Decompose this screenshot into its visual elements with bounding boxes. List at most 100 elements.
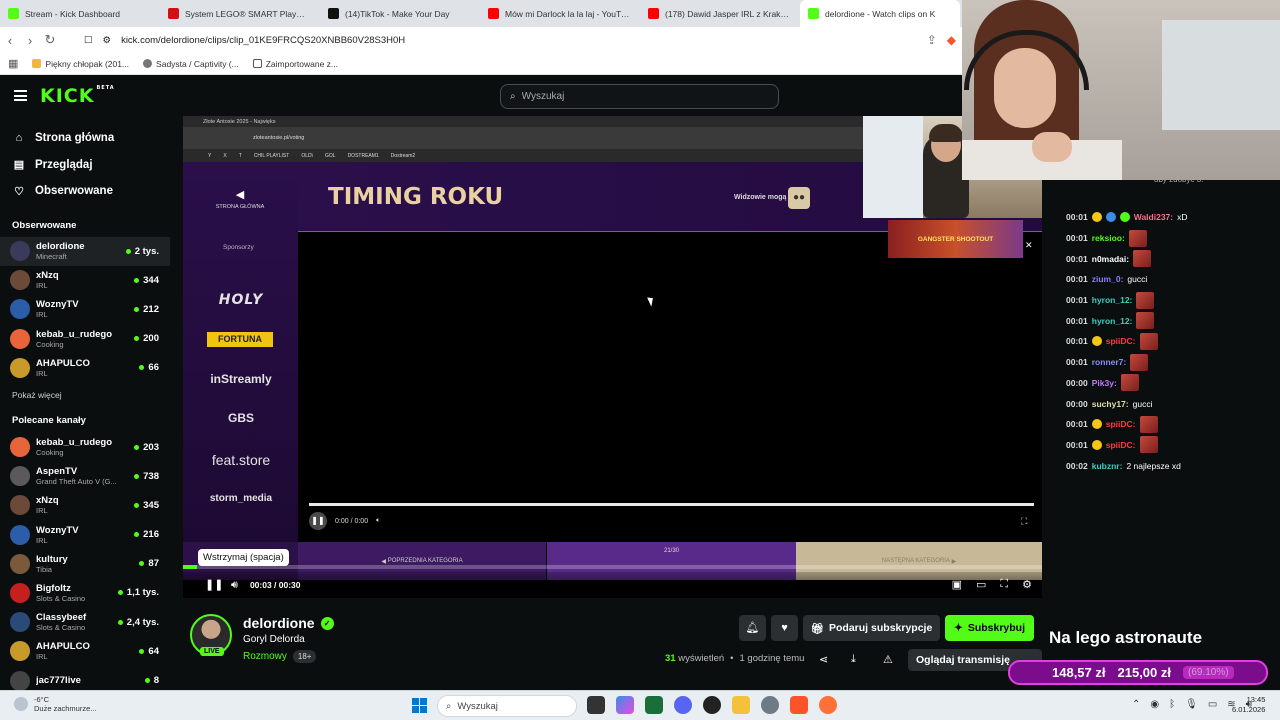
chat-username[interactable]: hyron_12: xyxy=(1092,295,1133,305)
sponsor-logo: FORTUNA xyxy=(207,332,273,347)
bookmark-label: Sadysta / Captivity (... xyxy=(156,58,239,69)
viewer-count: 2,4 tys. xyxy=(117,617,159,628)
calculator-app-icon[interactable] xyxy=(645,696,663,714)
chevron-up-icon[interactable]: ⌃ xyxy=(1132,699,1140,710)
browser-tab[interactable]: Stream - Kick Dashboard xyxy=(0,0,160,27)
file-explorer-icon[interactable] xyxy=(732,696,750,714)
browser-tab[interactable]: (14)TikTok - Make Your Day xyxy=(320,0,480,27)
chat-badge-icon xyxy=(1091,212,1102,223)
windows-start-icon[interactable] xyxy=(412,698,427,713)
brave-app-icon[interactable] xyxy=(790,696,808,714)
chat-username[interactable]: n0madai: xyxy=(1092,254,1129,264)
fullscreen-button[interactable]: ⛶ xyxy=(1000,578,1008,591)
bookmark-folder[interactable]: Zaimportowane z... xyxy=(252,59,338,69)
copilot-app-icon[interactable] xyxy=(616,696,634,714)
chat-username[interactable]: zium_0: xyxy=(1092,274,1124,284)
weather-widget[interactable]: -6°C Duże zachmurze... xyxy=(14,695,97,713)
volume-button[interactable]: 🔊︎ xyxy=(231,579,238,592)
search-box[interactable]: ⌕ xyxy=(500,84,779,109)
chat-username[interactable]: spiiDC: xyxy=(1106,336,1136,346)
mic-icon[interactable]: 🎙︎ xyxy=(1185,699,1198,710)
share-page-icon[interactable]: ⇪ xyxy=(927,33,937,47)
chat-username[interactable]: Pik3y: xyxy=(1092,378,1117,388)
url-field[interactable]: ☐ ⚙ kick.com/delordione/clips/clip_01KE9… xyxy=(84,35,405,46)
recommended-channel[interactable]: jac777live 8 xyxy=(0,666,170,690)
nav-following[interactable]: ♡ Obserwowane xyxy=(0,178,170,205)
channel-name[interactable]: delordione ✓ xyxy=(243,615,334,631)
monitor-icon[interactable]: ▭ xyxy=(1208,699,1217,710)
search-input[interactable] xyxy=(521,91,742,102)
forward-icon[interactable]: › xyxy=(20,30,40,50)
site-info-icon[interactable]: ⚙ xyxy=(103,35,112,46)
bookmark-item[interactable]: Piękny chłopak (201... xyxy=(32,59,129,69)
chat-username[interactable]: ronner7: xyxy=(1092,357,1126,367)
brave-shield-icon[interactable]: ◆ xyxy=(947,33,956,47)
recommended-channel[interactable]: WoznyTV IRL 216 xyxy=(0,520,170,549)
show-more-link[interactable]: Pokaż więcej xyxy=(0,390,170,400)
nav-browse[interactable]: ▤ Przeglądaj xyxy=(0,152,170,179)
report-button[interactable]: ⚠ xyxy=(883,653,893,666)
menu-icon[interactable] xyxy=(14,90,27,101)
chat-username[interactable]: suchy17: xyxy=(1092,399,1129,409)
obs-app-icon[interactable] xyxy=(703,696,721,714)
bookmark-icon[interactable]: ☐ xyxy=(84,35,93,46)
sponsor-logo: inStreamly xyxy=(210,372,272,386)
pause-button[interactable]: ❚❚ xyxy=(205,578,223,592)
followed-channel[interactable]: WoznyTV IRL 212 xyxy=(0,295,170,324)
gift-subscriptions-button[interactable]: 🎁︎ Podaruj subskrypcje xyxy=(803,615,940,641)
followed-channel[interactable]: xNzq IRL 344 xyxy=(0,266,170,295)
bookmark-item[interactable]: Sadysta / Captivity (... xyxy=(143,59,239,69)
settings-app-icon[interactable] xyxy=(761,696,779,714)
clip-progress-bar[interactable] xyxy=(183,565,1042,569)
chat-username[interactable]: kubznr: xyxy=(1092,461,1123,471)
network-icon[interactable]: ◉ xyxy=(1150,699,1159,710)
taskbar-search[interactable]: ⌕ Wyszukaj xyxy=(437,695,577,717)
chat-username[interactable]: spiiDC: xyxy=(1106,440,1136,450)
browser-tab[interactable]: System LEGO® SMART Play™ | Witaj xyxy=(160,0,320,27)
followed-channel[interactable]: kebab_u_rudego Cooking 200 xyxy=(0,324,170,353)
firefox-app-icon[interactable] xyxy=(819,696,837,714)
notification-bell-button[interactable]: 🔔︎ xyxy=(739,615,766,641)
channel-avatar xyxy=(10,299,30,320)
chat-username[interactable]: hyron_12: xyxy=(1092,316,1133,326)
recommended-channel[interactable]: AspenTV Grand Theft Auto V (G... 738 xyxy=(0,462,170,491)
viewer-count: 66 xyxy=(139,362,159,373)
recommended-channel[interactable]: Bigfoltz Slots & Casino 1,1 tys. xyxy=(0,578,170,607)
reload-icon[interactable]: ↻ xyxy=(40,30,60,50)
clip-player[interactable]: Złote Antosie 2025 - Najwięks zloteantos… xyxy=(183,116,1042,598)
discord-app-icon[interactable] xyxy=(674,696,692,714)
recommended-channel[interactable]: kultury Tibia 87 xyxy=(0,549,170,578)
apps-grid-icon[interactable]: ▦ xyxy=(8,57,18,70)
recommended-channel[interactable]: Classybeef Slots & Casino 2,4 tys. xyxy=(0,608,170,637)
chat-username[interactable]: Waldi237: xyxy=(1134,212,1173,222)
chat-username[interactable]: spiiDC: xyxy=(1106,419,1136,429)
search-icon: ⌕ xyxy=(446,700,452,712)
recommended-channel[interactable]: kebab_u_rudego Cooking 203 xyxy=(0,432,170,461)
bluetooth-icon[interactable]: ᛒ xyxy=(1169,699,1175,710)
live-dot-icon xyxy=(144,678,150,684)
terminal-app-icon[interactable] xyxy=(587,696,605,714)
download-button[interactable]: ⤓ xyxy=(851,653,856,666)
nav-home[interactable]: ⌂ Strona główna xyxy=(0,125,170,152)
kick-logo[interactable]: KICK BETA xyxy=(40,85,115,107)
follow-heart-button[interactable]: ♥ xyxy=(771,615,798,641)
recommended-channel[interactable]: AHAPULCO IRL 64 xyxy=(0,637,170,666)
chat-username[interactable]: reksioo: xyxy=(1092,233,1125,243)
channel-avatar xyxy=(10,466,30,487)
back-icon[interactable]: ‹ xyxy=(0,30,20,50)
browser-tab[interactable]: (178) Dawid Jasper IRL z Krakowa - S xyxy=(640,0,800,27)
theater-mode-icon[interactable]: ▭ xyxy=(976,578,986,591)
category-link[interactable]: Rozmowy xyxy=(243,651,287,662)
settings-icon[interactable]: ⚙ xyxy=(1022,578,1032,591)
browser-tab[interactable]: Mów mi Darlock la la laj - YouTube xyxy=(480,0,640,27)
clock[interactable]: 13:45 6.01.2026 xyxy=(1232,695,1265,715)
watch-stream-label: Oglądaj transmisję xyxy=(916,654,1010,666)
share-button[interactable]: ⋖ xyxy=(819,653,828,666)
followed-channel[interactable]: AHAPULCO IRL 66 xyxy=(0,353,170,382)
picture-in-picture-icon[interactable]: ▣ xyxy=(952,578,962,591)
recommended-channel[interactable]: xNzq IRL 345 xyxy=(0,491,170,520)
followed-channel[interactable]: delordione Minecraft 2 tys. xyxy=(0,236,170,266)
channel-name: kebab_u_rudego xyxy=(36,328,113,340)
browser-tab[interactable]: delordione - Watch clips on K xyxy=(800,0,960,27)
subscribe-button[interactable]: ✦ Subskrybuj xyxy=(945,615,1034,641)
